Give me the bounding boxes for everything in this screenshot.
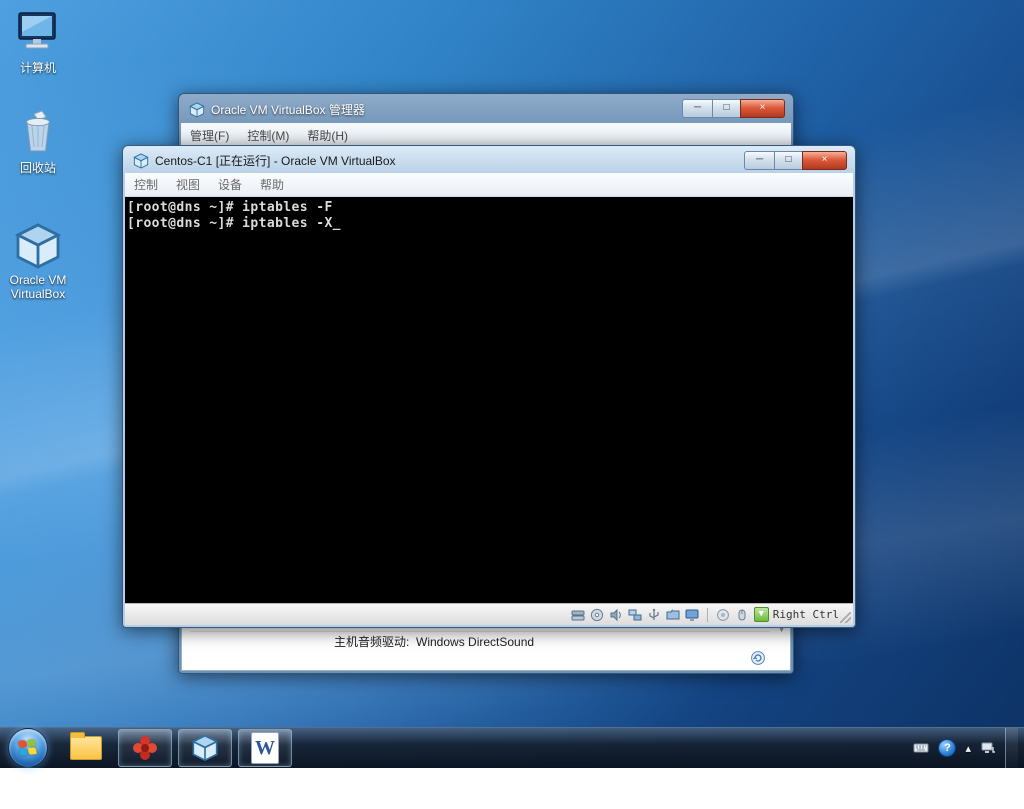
desktop-icon-label: Oracle VM VirtualBox xyxy=(10,273,67,301)
details-separator xyxy=(190,631,770,632)
desktop-icon-computer[interactable]: 计算机 xyxy=(0,8,81,76)
minimize-button[interactable]: ─ xyxy=(682,99,713,118)
virtualbox-icon xyxy=(14,222,62,270)
audio-driver-value: Windows DirectSound xyxy=(416,635,534,649)
taskbar-item-word[interactable]: W xyxy=(238,729,292,767)
network-status-icon[interactable] xyxy=(628,608,642,622)
terminal-line: [root@dns ~]# iptables -F xyxy=(127,200,851,216)
ime-keyboard-icon[interactable] xyxy=(913,741,929,755)
windows-flag-icon xyxy=(18,739,36,756)
menu-machine[interactable]: 控制(M) xyxy=(238,127,298,144)
maximize-button[interactable]: □ xyxy=(712,99,741,118)
close-button[interactable]: × xyxy=(802,151,847,170)
resize-grip[interactable] xyxy=(840,612,851,623)
vm-window-icon xyxy=(133,153,149,169)
menu-view[interactable]: 视图 xyxy=(167,176,209,193)
desktop: 计算机 回收站 Oracle VM VirtualBox Oracle VM V… xyxy=(0,0,1024,768)
cd-status-icon[interactable] xyxy=(590,608,604,622)
audio-status-icon[interactable] xyxy=(609,608,623,622)
menu-help[interactable]: 帮助 xyxy=(251,176,293,193)
audio-driver-label: 主机音频驱动: xyxy=(334,635,409,649)
desktop-icon-virtualbox[interactable]: Oracle VM VirtualBox xyxy=(0,222,81,301)
taskbar-item-explorer[interactable] xyxy=(60,730,112,766)
network-tray-icon[interactable] xyxy=(980,741,996,755)
mouse-integration-status-icon[interactable] xyxy=(735,608,749,622)
recycle-bin-icon xyxy=(14,108,62,156)
details-refresh-icon[interactable] xyxy=(750,650,766,666)
audio-driver-row: 主机音频驱动: Windows DirectSound xyxy=(334,633,534,650)
folder-icon xyxy=(70,736,102,760)
menu-machine[interactable]: 控制 xyxy=(125,176,167,193)
virtualbox-icon xyxy=(189,102,205,118)
vm-menubar: 控制 视图 设备 帮助 xyxy=(125,173,853,197)
virtualization-status-icon[interactable] xyxy=(716,608,730,622)
maximize-button[interactable]: □ xyxy=(774,151,803,170)
manager-titlebar[interactable]: Oracle VM VirtualBox 管理器 ─ □ × xyxy=(181,96,791,123)
display-status-icon[interactable] xyxy=(685,608,699,622)
desktop-icon-recycle-bin[interactable]: 回收站 xyxy=(0,108,81,176)
taskbar-apps: W xyxy=(60,729,292,767)
taskbar-item-app-red[interactable] xyxy=(118,729,172,767)
hdd-status-icon[interactable] xyxy=(571,608,585,622)
vm-window-title: Centos-C1 [正在运行] - Oracle VM VirtualBox xyxy=(155,152,396,169)
usb-status-icon[interactable] xyxy=(647,608,661,622)
host-key-label: Right Ctrl xyxy=(773,608,839,621)
taskbar-item-virtualbox[interactable] xyxy=(178,729,232,767)
computer-icon xyxy=(14,8,62,56)
desktop-icon-label: 回收站 xyxy=(20,161,56,175)
help-tray-icon[interactable]: ? xyxy=(938,739,956,757)
terminal-line: [root@dns ~]# iptables -X_ xyxy=(127,216,851,232)
vm-statusbar: ▼ Right Ctrl xyxy=(125,603,853,625)
host-key-arrow-icon: ▼ xyxy=(754,607,769,622)
minimize-button[interactable]: ─ xyxy=(744,151,775,170)
close-button[interactable]: × xyxy=(740,99,785,118)
system-tray: ? ▴ xyxy=(913,728,1024,768)
show-desktop-button[interactable] xyxy=(1005,728,1018,768)
terminal-cursor: _ xyxy=(333,216,341,231)
shared-folders-status-icon[interactable] xyxy=(666,608,680,622)
vm-window: Centos-C1 [正在运行] - Oracle VM VirtualBox … xyxy=(122,145,856,628)
menu-file[interactable]: 管理(F) xyxy=(181,127,238,144)
host-key-indicator: ▼ Right Ctrl xyxy=(754,607,839,622)
word-icon: W xyxy=(251,732,279,764)
virtualbox-icon xyxy=(191,734,219,762)
start-button[interactable] xyxy=(8,728,48,768)
show-hidden-icons-chevron[interactable]: ▴ xyxy=(965,742,971,755)
desktop-icon-label: 计算机 xyxy=(20,61,56,75)
vm-console[interactable]: [root@dns ~]# iptables -F [root@dns ~]# … xyxy=(125,197,853,603)
taskbar: W ? ▴ xyxy=(0,727,1024,768)
vm-titlebar[interactable]: Centos-C1 [正在运行] - Oracle VM VirtualBox … xyxy=(125,148,853,173)
red-flower-icon xyxy=(131,734,159,762)
menu-devices[interactable]: 设备 xyxy=(209,176,251,193)
menu-help[interactable]: 帮助(H) xyxy=(298,127,357,144)
manager-window-title: Oracle VM VirtualBox 管理器 xyxy=(211,101,365,118)
statusbar-separator xyxy=(707,608,708,622)
